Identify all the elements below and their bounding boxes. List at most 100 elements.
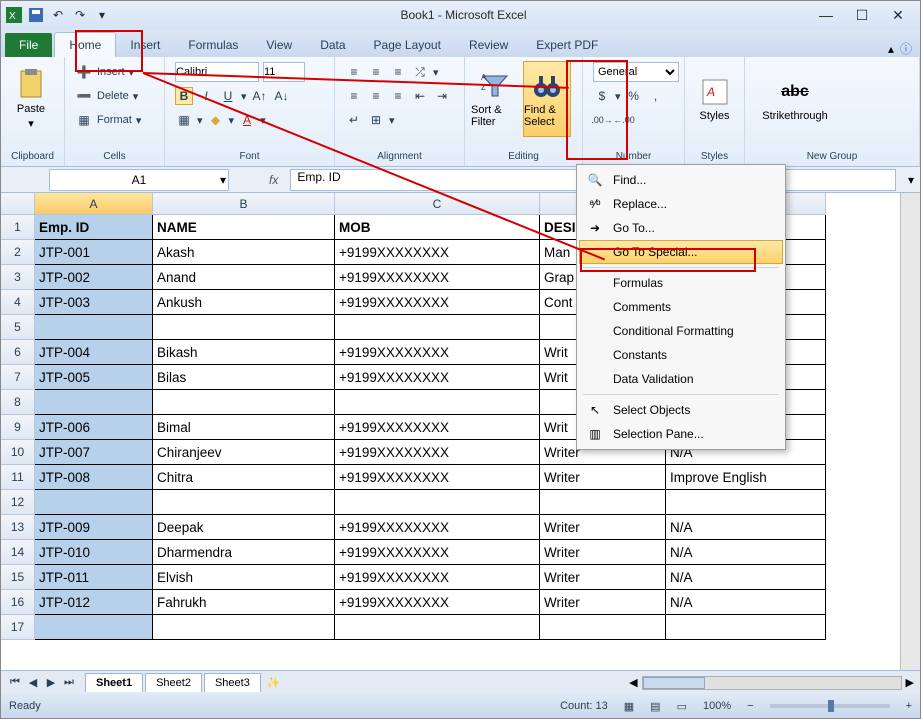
cell[interactable]: MOB — [335, 215, 540, 240]
sheet-nav-first[interactable]: ⏮ — [7, 676, 23, 689]
cell[interactable]: Chiranjeev — [153, 440, 335, 465]
cell[interactable]: JTP-011 — [35, 565, 153, 590]
cell[interactable]: Writer — [540, 590, 666, 615]
cell[interactable]: Dharmendra — [153, 540, 335, 565]
menu-formulas[interactable]: Formulas — [579, 271, 783, 295]
minimize-icon[interactable]: — — [816, 5, 836, 25]
menu-goto-special[interactable]: Go To Special... — [579, 240, 783, 264]
tab-page-layout[interactable]: Page Layout — [360, 33, 455, 57]
row-header[interactable]: 8 — [1, 390, 35, 415]
hscroll-left[interactable]: ◀ — [629, 676, 637, 689]
sheet-tab-2[interactable]: Sheet2 — [145, 673, 202, 692]
row-header[interactable]: 11 — [1, 465, 35, 490]
cell[interactable]: Writer — [540, 565, 666, 590]
menu-conditional-formatting[interactable]: Conditional Formatting — [579, 319, 783, 343]
align-middle-icon[interactable]: ≡ — [367, 63, 385, 81]
cell[interactable]: N/A — [666, 515, 826, 540]
cell[interactable]: JTP-007 — [35, 440, 153, 465]
menu-selection-pane[interactable]: ▥Selection Pane... — [579, 422, 783, 446]
cell[interactable]: Ankush — [153, 290, 335, 315]
cell[interactable] — [666, 490, 826, 515]
row-header[interactable]: 9 — [1, 415, 35, 440]
qat-dropdown-icon[interactable]: ▾ — [93, 6, 111, 24]
cell[interactable]: +9199XXXXXXXX — [335, 365, 540, 390]
formula-expand-icon[interactable]: ▾ — [902, 173, 920, 187]
view-break-icon[interactable]: ▭ — [677, 700, 687, 713]
select-all-corner[interactable] — [1, 193, 35, 215]
grid-row[interactable]: 14JTP-010Dharmendra+9199XXXXXXXXWriterN/… — [1, 540, 900, 565]
row-header[interactable]: 14 — [1, 540, 35, 565]
cell[interactable]: Bilas — [153, 365, 335, 390]
row-header[interactable]: 7 — [1, 365, 35, 390]
orientation-icon[interactable]: ⤮ — [411, 63, 429, 81]
cell[interactable]: Chitra — [153, 465, 335, 490]
chevron-down-icon[interactable]: ▾ — [220, 173, 226, 187]
col-header-A[interactable]: A — [35, 193, 153, 215]
row-header[interactable]: 16 — [1, 590, 35, 615]
ribbon-minimize-icon[interactable]: ▴ — [888, 42, 894, 56]
cell[interactable] — [35, 390, 153, 415]
cell[interactable] — [335, 490, 540, 515]
menu-data-validation[interactable]: Data Validation — [579, 367, 783, 391]
menu-find[interactable]: 🔍Find... — [579, 168, 783, 192]
comma-icon[interactable]: , — [647, 87, 665, 105]
tab-home[interactable]: Home — [54, 32, 116, 57]
menu-select-objects[interactable]: ↖Select Objects — [579, 398, 783, 422]
sheet-nav-last[interactable]: ⏭ — [61, 676, 77, 689]
sheet-tab-1[interactable]: Sheet1 — [85, 673, 143, 692]
cell[interactable]: Writer — [540, 515, 666, 540]
cell[interactable]: Deepak — [153, 515, 335, 540]
tab-data[interactable]: Data — [306, 33, 359, 57]
strikethrough-button[interactable]: abc Strikethrough — [751, 61, 839, 137]
name-box[interactable]: A1▾ — [49, 169, 229, 191]
tab-formulas[interactable]: Formulas — [174, 33, 252, 57]
tab-insert[interactable]: Insert — [116, 33, 174, 57]
new-sheet-icon[interactable]: ✨ — [267, 676, 281, 689]
zoom-out-icon[interactable]: − — [747, 700, 753, 712]
cell[interactable]: +9199XXXXXXXX — [335, 440, 540, 465]
cell[interactable]: +9199XXXXXXXX — [335, 415, 540, 440]
horizontal-scrollbar[interactable] — [642, 676, 902, 690]
borders-button[interactable]: ▦ — [175, 111, 193, 129]
cell[interactable] — [153, 390, 335, 415]
align-center-icon[interactable]: ≡ — [367, 87, 385, 105]
cell[interactable]: NAME — [153, 215, 335, 240]
merge-center-icon[interactable]: ⊞ — [367, 111, 385, 129]
redo-icon[interactable]: ↷ — [71, 6, 89, 24]
cell[interactable]: JTP-009 — [35, 515, 153, 540]
cells-delete[interactable]: ➖Delete ▾ — [71, 85, 145, 107]
file-tab[interactable]: File — [5, 33, 52, 57]
save-icon[interactable] — [27, 6, 45, 24]
cell[interactable]: Writer — [540, 540, 666, 565]
cell[interactable]: +9199XXXXXXXX — [335, 565, 540, 590]
row-header[interactable]: 13 — [1, 515, 35, 540]
grid-row[interactable]: 13JTP-009Deepak+9199XXXXXXXXWriterN/A — [1, 515, 900, 540]
cell[interactable]: Bimal — [153, 415, 335, 440]
row-header[interactable]: 2 — [1, 240, 35, 265]
align-bottom-icon[interactable]: ≡ — [389, 63, 407, 81]
cell[interactable]: +9199XXXXXXXX — [335, 515, 540, 540]
cell[interactable] — [35, 315, 153, 340]
menu-replace[interactable]: ᵃ⁄ᵇReplace... — [579, 192, 783, 216]
view-normal-icon[interactable]: ▦ — [624, 700, 634, 713]
vertical-scrollbar[interactable] — [900, 193, 920, 670]
cell[interactable]: Fahrukh — [153, 590, 335, 615]
fx-icon[interactable]: fx — [269, 173, 278, 187]
view-layout-icon[interactable]: ▤ — [650, 700, 660, 713]
cell[interactable]: Emp. ID — [35, 215, 153, 240]
cell[interactable]: Improve English — [666, 465, 826, 490]
cell[interactable]: Anand — [153, 265, 335, 290]
row-header[interactable]: 17 — [1, 615, 35, 640]
sheet-nav-prev[interactable]: ◀ — [25, 676, 41, 689]
row-header[interactable]: 10 — [1, 440, 35, 465]
find-select-button[interactable]: Find & Select — [523, 61, 571, 137]
wrap-text-icon[interactable]: ↵ — [345, 111, 363, 129]
grid-row[interactable]: 15JTP-011Elvish+9199XXXXXXXXWriterN/A — [1, 565, 900, 590]
font-name-combo[interactable] — [175, 62, 259, 82]
cell[interactable]: +9199XXXXXXXX — [335, 465, 540, 490]
cell[interactable] — [153, 615, 335, 640]
menu-goto[interactable]: ➜Go To... — [579, 216, 783, 240]
cell[interactable] — [540, 490, 666, 515]
cell[interactable]: JTP-002 — [35, 265, 153, 290]
cell[interactable]: JTP-006 — [35, 415, 153, 440]
